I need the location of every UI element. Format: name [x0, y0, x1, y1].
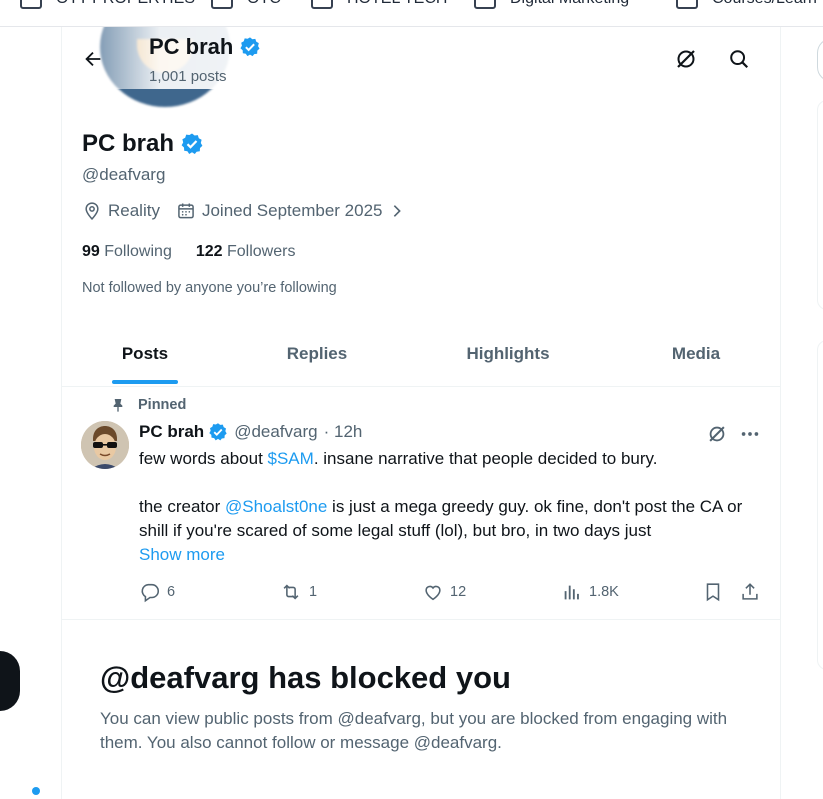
repost-icon [283, 584, 299, 600]
pin-icon [113, 399, 123, 412]
side-floating-button[interactable] [0, 651, 20, 711]
share-button[interactable] [739, 581, 761, 603]
show-more-link[interactable]: Show more [139, 543, 764, 567]
bookmark-hotel-tech[interactable]: HOTEL TECH [311, 0, 447, 10]
back-arrow-icon [85, 51, 101, 67]
analytics-icon [564, 585, 579, 600]
tab-replies[interactable]: Replies [262, 323, 372, 385]
pinned-indicator: Pinned [110, 397, 186, 413]
profile-joined[interactable]: Joined September 2025 [176, 201, 405, 221]
profile-column: PC brah 1,001 posts PC brah @deafvarg Re… [61, 27, 781, 799]
search-button[interactable] [722, 42, 756, 76]
back-button[interactable] [76, 42, 110, 76]
verified-badge-icon [240, 37, 260, 57]
follow-stats: 99 Following 122 Followers [82, 243, 295, 261]
chevron-right-icon [393, 205, 401, 217]
bookmark-courses-learn[interactable]: Courses/Learn [676, 0, 817, 10]
avatar-illustration [81, 421, 129, 469]
bookmark-button[interactable] [702, 581, 724, 603]
profile-meta: Reality Joined September 2025 [82, 201, 421, 221]
verified-badge-icon [181, 133, 203, 154]
grok-button[interactable] [669, 42, 703, 76]
blocked-description: You can view public posts from @deafvarg… [100, 709, 728, 752]
folder-icon [20, 0, 42, 9]
right-sidebar-search-edge[interactable] [817, 38, 823, 82]
profile-header: PC brah 1,001 posts [62, 27, 780, 107]
folder-icon [474, 0, 496, 9]
header-posts-count: 1,001 posts [149, 68, 227, 85]
more-horizontal-icon [741, 432, 759, 436]
share-icon [742, 583, 758, 600]
post-more-button[interactable] [737, 421, 763, 447]
post-author-avatar[interactable] [81, 421, 129, 469]
profile-name: PC brah [82, 130, 204, 158]
cashtag-link[interactable]: $SAM [268, 449, 314, 468]
views-button[interactable]: 1.8K [561, 581, 619, 603]
post-actions: 6 1 12 1.8K [139, 581, 764, 605]
post-header: PC brah @deafvarg · 12h [139, 422, 362, 442]
pinned-post[interactable]: Pinned PC brah @deafvarg · 12h few words… [62, 388, 780, 620]
verified-badge-icon [209, 423, 227, 441]
right-sidebar-card-edge [817, 340, 823, 670]
reply-button[interactable]: 6 [139, 581, 175, 603]
tab-posts[interactable]: Posts [92, 323, 198, 385]
grok-icon [677, 50, 695, 68]
header-name: PC brah [149, 34, 261, 60]
folder-icon [211, 0, 233, 9]
post-author-handle[interactable]: @deafvarg [234, 422, 317, 442]
profile-tabs: Posts Replies Highlights Media [62, 323, 780, 387]
folder-icon [676, 0, 698, 9]
tab-active-indicator [112, 380, 178, 384]
repost-button[interactable]: 1 [279, 581, 317, 603]
bookmark-icon [706, 583, 720, 602]
profile-location: Reality [82, 201, 160, 221]
heart-icon [425, 585, 441, 601]
reply-icon [141, 583, 160, 603]
search-icon [730, 50, 749, 69]
notification-dot [32, 787, 40, 795]
folder-icon [311, 0, 333, 9]
post-author-name[interactable]: PC brah [139, 422, 204, 442]
mention-link[interactable]: @Shoalst0ne [225, 497, 327, 516]
like-button[interactable]: 12 [422, 581, 466, 603]
post-text: few words about $SAM. insane narrative t… [139, 447, 764, 567]
tab-highlights[interactable]: Highlights [448, 323, 568, 385]
followers-link[interactable]: 122 Followers [196, 243, 296, 261]
grok-icon [709, 426, 725, 442]
right-sidebar-card-edge [817, 100, 823, 310]
bookmarks-bar: OTT PROPERTIES OTC HOTEL TECH Digital Ma… [0, 0, 823, 27]
post-grok-button[interactable] [704, 421, 730, 447]
tab-media[interactable]: Media [646, 323, 746, 385]
blocked-title: @deafvarg has blocked you [100, 660, 511, 695]
bookmark-digital-marketing[interactable]: Digital Marketing [474, 0, 629, 10]
calendar-icon [178, 203, 194, 219]
profile-handle: @deafvarg [82, 165, 166, 184]
bookmark-otc[interactable]: OTC [211, 0, 281, 10]
following-link[interactable]: 99 Following [82, 243, 172, 261]
not-followed-text: Not followed by anyone you’re following [82, 280, 337, 296]
bookmark-ott-properties[interactable]: OTT PROPERTIES [20, 0, 195, 10]
post-timestamp[interactable]: · 12h [324, 422, 363, 442]
location-pin-icon [85, 202, 99, 220]
